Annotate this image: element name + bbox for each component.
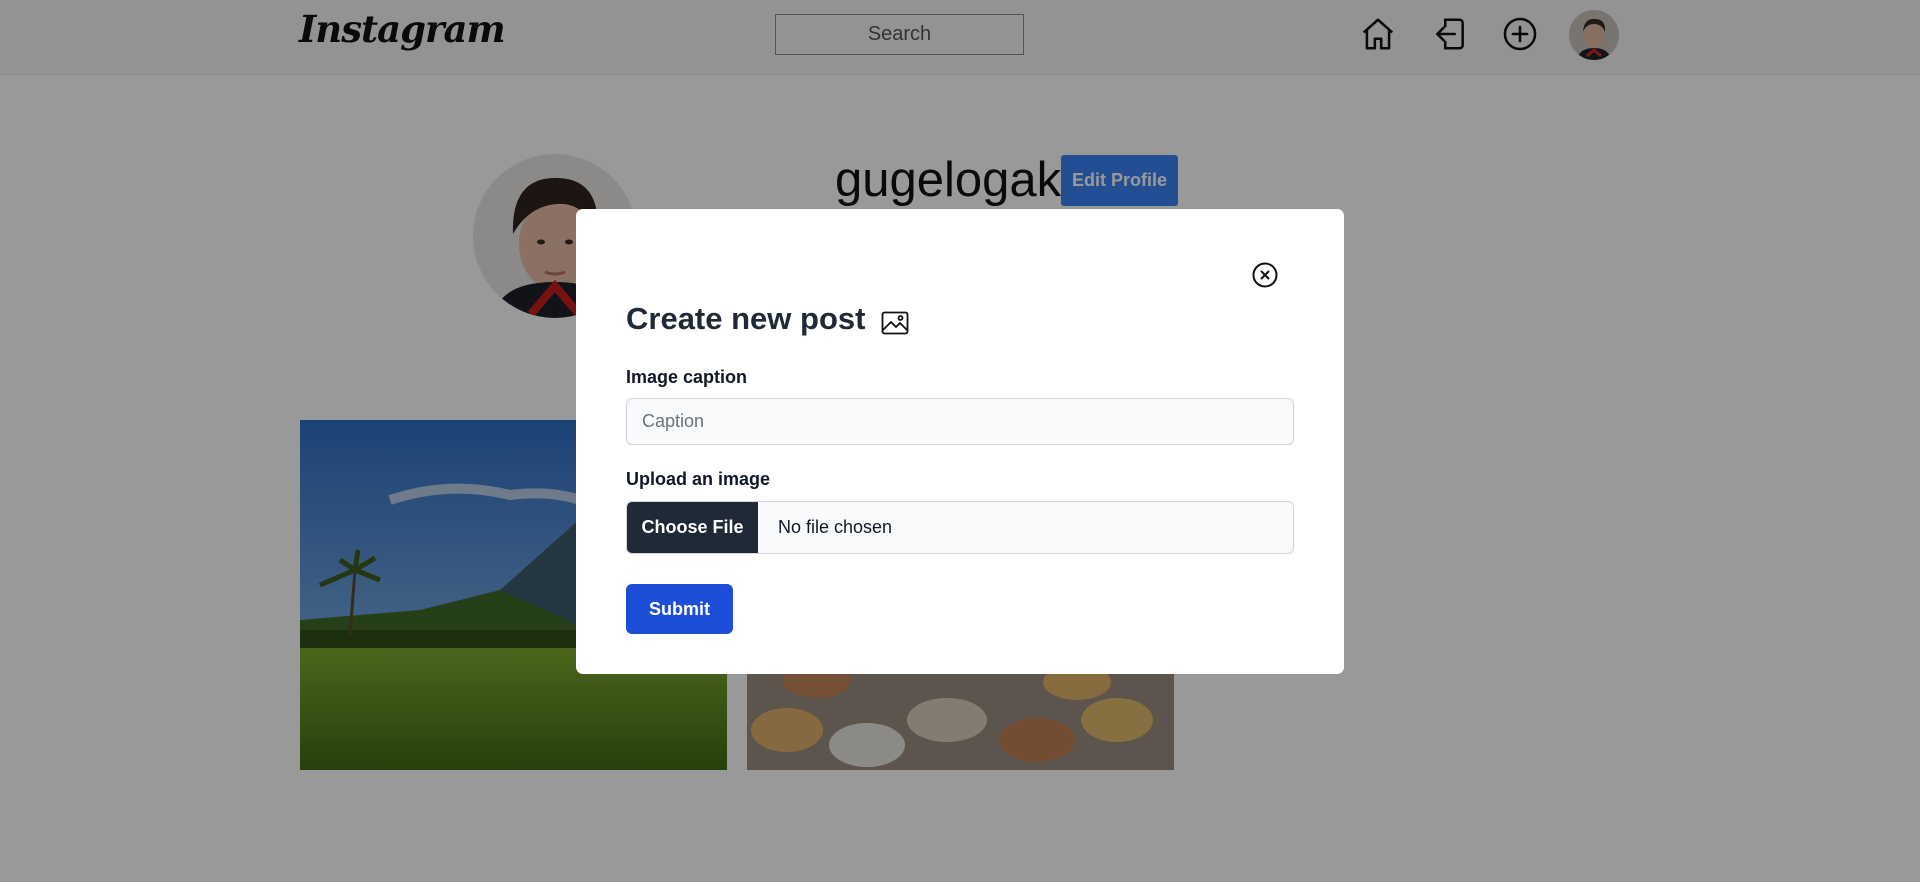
caption-label: Image caption: [626, 367, 748, 387]
modal-title-text: Create new post: [626, 301, 866, 336]
submit-button[interactable]: Submit: [626, 584, 733, 634]
choose-file-button[interactable]: Choose File: [627, 502, 758, 553]
file-input[interactable]: Choose File No file chosen: [626, 501, 1294, 554]
caption-input[interactable]: [626, 398, 1294, 445]
modal-title: Create new post: [626, 301, 909, 337]
upload-label: Upload an image: [626, 469, 771, 489]
image-icon: [881, 307, 909, 335]
file-status-text: No file chosen: [778, 517, 893, 537]
create-post-modal: Create new post Image caption Upload an …: [576, 209, 1344, 674]
close-icon[interactable]: [1251, 261, 1279, 289]
